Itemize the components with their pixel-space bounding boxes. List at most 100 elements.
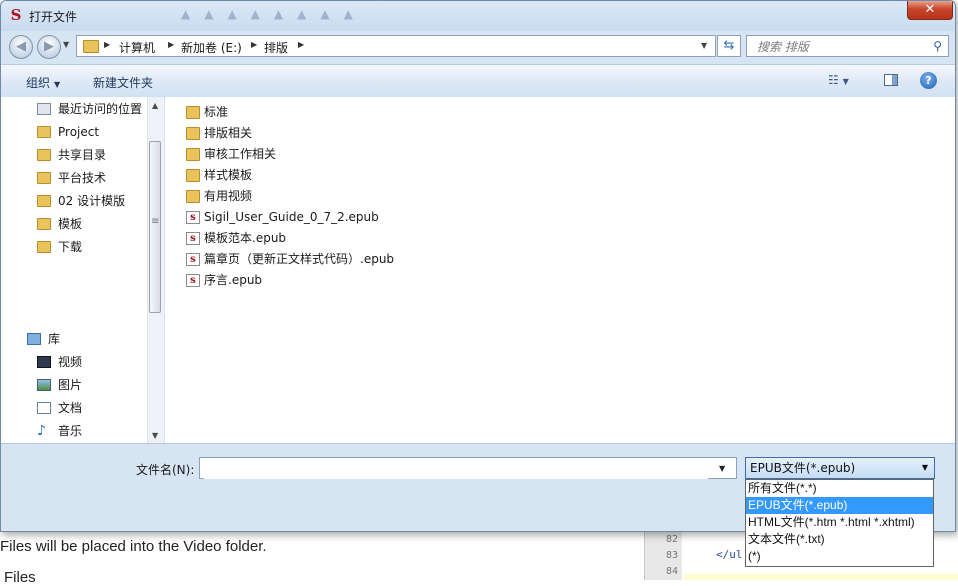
scroll-up-icon[interactable]: ▲	[152, 101, 158, 110]
folder-icon	[37, 149, 51, 161]
sigil-app-icon: S	[10, 6, 22, 24]
file-name: 标准	[204, 105, 229, 119]
filetype-select[interactable]: EPUB文件(*.epub) ▼	[745, 457, 935, 479]
navigation-bar: ◀ ▶ ▼ ▶ 计算机 ▶ 新加卷 (E:) ▶ 排版 ▶ ▼ ⇆ ⚲	[1, 31, 955, 63]
folder-icon	[37, 218, 51, 230]
filename-combobox[interactable]	[199, 457, 737, 479]
filetype-option[interactable]: 所有文件(*.*)	[746, 480, 933, 497]
epub-file-icon: s	[186, 211, 200, 224]
back-button[interactable]: ◀	[9, 35, 33, 59]
highlighted-line	[684, 574, 958, 580]
chevron-right-icon[interactable]: ▶	[168, 40, 174, 49]
command-toolbar: 组织 ▼ 新建文件夹 ☷ ▼ ?	[1, 64, 955, 98]
sidebar-item-label: 平台技术	[58, 171, 107, 185]
filetype-option-selected[interactable]: EPUB文件(*.epub)	[746, 497, 933, 514]
chevron-down-icon: ▼	[842, 77, 849, 86]
blurred-toolbar-icons: ▲▲▲▲▲▲▲▲	[181, 7, 367, 21]
close-button[interactable]: ✕	[907, 1, 953, 20]
sidebar-item-label: 视频	[58, 355, 83, 369]
background-text-line: Files	[4, 569, 36, 586]
breadcrumb-drive-e[interactable]: 新加卷 (E:)	[181, 39, 242, 56]
help-icon[interactable]: ?	[920, 72, 937, 89]
chevron-right-icon[interactable]: ▶	[298, 40, 304, 49]
back-arrow-icon: ◀	[16, 39, 26, 54]
video-library-icon	[37, 356, 51, 368]
filetype-selected: EPUB文件(*.epub)	[750, 461, 856, 475]
folder-icon	[83, 40, 99, 53]
filetype-option[interactable]: (*)	[746, 548, 933, 565]
refresh-button[interactable]: ⇆	[717, 35, 741, 57]
sidebar-item-label: 02 设计模版	[58, 194, 126, 208]
folder-icon	[186, 169, 200, 182]
epub-file-icon: s	[186, 253, 200, 266]
preview-pane-button[interactable]	[884, 74, 898, 86]
filetype-option[interactable]: HTML文件(*.htm *.html *.xhtml)	[746, 514, 933, 531]
folder-icon	[186, 190, 200, 203]
open-file-dialog: S 打开文件 ▲▲▲▲▲▲▲▲ ✕ ◀ ▶ ▼ ▶ 计算机 ▶ 新加卷 (E:)…	[0, 0, 956, 532]
folder-icon	[186, 148, 200, 161]
navigation-pane: 最近访问的位置 Project 共享目录 平台技术 02 设计模版 模板 下载 …	[1, 97, 164, 443]
folder-icon	[37, 195, 51, 207]
line-number: 83	[665, 550, 678, 561]
organize-label: 组织	[26, 76, 51, 90]
sidebar-item-label: 共享目录	[58, 148, 107, 162]
search-input[interactable]	[755, 38, 929, 56]
code-line: </ul	[716, 548, 743, 561]
downloads-folder-icon	[37, 241, 51, 253]
epub-file-icon: s	[186, 274, 200, 287]
title-bar: S 打开文件 ▲▲▲▲▲▲▲▲ ✕	[1, 1, 955, 31]
filename-input[interactable]	[204, 459, 708, 479]
scroll-down-icon[interactable]: ▼	[152, 431, 158, 440]
file-name: 篇章页（更新正文样式代码）.epub	[204, 252, 395, 266]
chevron-down-icon[interactable]: ▼	[719, 464, 725, 473]
document-library-icon	[37, 402, 51, 414]
filetype-option[interactable]: 文本文件(*.txt)	[746, 531, 933, 548]
line-number: 84	[665, 566, 678, 577]
change-view-button[interactable]: ☷ ▼	[828, 73, 849, 87]
dialog-title: 打开文件	[29, 10, 78, 24]
folder-icon	[186, 106, 200, 119]
sidebar-item-label: 下载	[58, 240, 83, 254]
file-name: 序言.epub	[204, 273, 263, 287]
file-name: 样式模板	[204, 168, 253, 182]
line-number: 82	[665, 534, 678, 545]
breadcrumb-computer[interactable]: 计算机	[119, 39, 155, 56]
folder-icon	[37, 172, 51, 184]
forward-button[interactable]: ▶	[37, 35, 61, 59]
file-name: 模板范本.epub	[204, 231, 287, 245]
sidebar-item-label: 库	[48, 332, 61, 346]
breadcrumb-layout[interactable]: 排版	[264, 39, 288, 56]
recent-places-icon	[37, 103, 51, 115]
sidebar-item-label: Project	[58, 125, 100, 139]
refresh-icon: ⇆	[723, 38, 735, 53]
library-icon	[27, 333, 41, 345]
new-folder-button[interactable]: 新建文件夹	[93, 74, 153, 91]
search-icon[interactable]: ⚲	[933, 39, 942, 53]
folder-icon	[37, 126, 51, 138]
sidebar-item-label: 模板	[58, 217, 83, 231]
file-name: 有用视频	[204, 189, 253, 203]
forward-arrow-icon: ▶	[44, 39, 54, 54]
file-name: 排版相关	[204, 126, 253, 140]
address-bar[interactable]: ▶ 计算机 ▶ 新加卷 (E:) ▶ 排版 ▶	[76, 35, 716, 57]
organize-menu[interactable]: 组织 ▼	[26, 74, 60, 91]
code-line-gutter: 82 83 84	[644, 532, 682, 580]
chevron-down-icon: ▼	[54, 80, 61, 89]
picture-library-icon	[37, 379, 51, 391]
search-box[interactable]: ⚲	[746, 35, 949, 57]
chevron-right-icon: ▶	[104, 40, 111, 49]
scrollbar-thumb[interactable]	[149, 141, 161, 313]
sidebar-item-label: 最近访问的位置	[58, 102, 143, 116]
sidebar-item-label: 音乐	[58, 424, 83, 438]
recent-locations-dropdown[interactable]: ▼	[63, 40, 69, 49]
file-list: 标准 排版相关 审核工作相关 样式模板 有用视频 s Sigil_User_Gui…	[165, 97, 955, 443]
epub-file-icon: s	[186, 232, 200, 245]
background-text-line: Files will be placed into the Video fold…	[0, 538, 267, 555]
file-name: Sigil_User_Guide_0_7_2.epub	[204, 210, 379, 224]
address-history-dropdown[interactable]: ▼	[701, 41, 707, 50]
file-name: 审核工作相关	[204, 147, 277, 161]
music-library-icon: ♪	[37, 423, 46, 439]
chevron-right-icon[interactable]: ▶	[251, 40, 257, 49]
sidebar-item-label: 文档	[58, 401, 83, 415]
view-options-icon: ☷	[828, 73, 839, 87]
